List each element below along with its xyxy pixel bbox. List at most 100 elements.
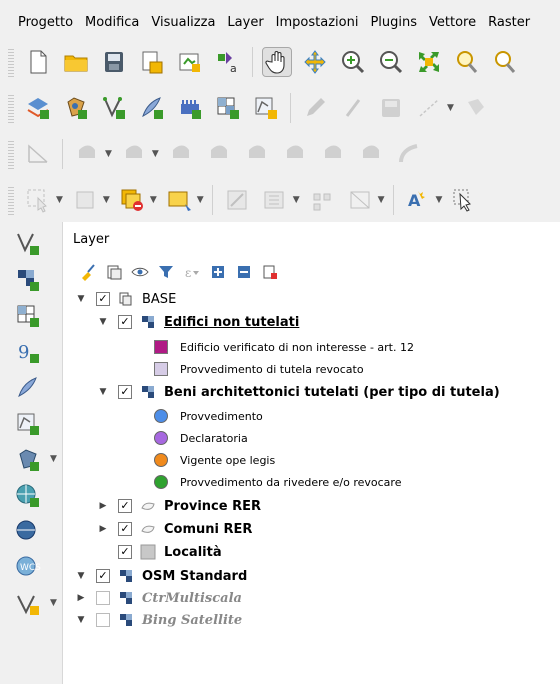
menu-visualizza[interactable]: Visualizza xyxy=(151,15,215,30)
tree-row-ctrmultiscala[interactable]: ▶ CtrMultiscala xyxy=(76,587,242,609)
print-layout-icon[interactable] xyxy=(176,48,204,76)
style-manager-icon[interactable]: a xyxy=(214,48,242,76)
tree-row-edifici[interactable]: ▼ ✓ Edifici non tutelati xyxy=(98,311,300,333)
menu-raster[interactable]: Raster xyxy=(488,15,530,30)
split-icon[interactable] xyxy=(319,140,347,168)
fill-ring-icon[interactable] xyxy=(243,140,271,168)
chevron-down-icon[interactable]: ▼ xyxy=(50,598,57,608)
zoom-full-icon[interactable] xyxy=(415,48,443,76)
collapse-arrow-icon[interactable]: ▶ xyxy=(76,593,86,603)
collapse-arrow-icon[interactable]: ▶ xyxy=(98,524,108,534)
toolbar-grip[interactable] xyxy=(8,139,14,169)
label-icon[interactable] xyxy=(165,186,193,214)
add-wcs-layer-icon[interactable]: WCS xyxy=(14,554,42,582)
add-mesh-layer-icon[interactable] xyxy=(14,590,42,618)
digitize-icon[interactable] xyxy=(339,94,367,122)
add-postgis-icon[interactable] xyxy=(62,94,90,122)
tree-row-province[interactable]: ▶ ✓ Province RER xyxy=(98,495,261,517)
menu-plugins[interactable]: Plugins xyxy=(370,15,417,30)
collapse-arrow-icon[interactable]: ▶ xyxy=(98,501,108,511)
filter-funnel-icon[interactable] xyxy=(157,263,175,281)
zoom-to-selection-icon[interactable] xyxy=(453,48,481,76)
add-raster-icon[interactable] xyxy=(214,94,242,122)
save-as-icon[interactable] xyxy=(138,48,166,76)
tree-row-beni[interactable]: ▼ ✓ Beni architettonici tutelati (per ti… xyxy=(98,381,500,403)
add-line-feature-icon[interactable] xyxy=(415,94,443,122)
pan-to-selection-icon[interactable] xyxy=(301,48,329,76)
snapping-icon[interactable] xyxy=(24,140,52,168)
toolbar-grip[interactable] xyxy=(8,47,14,77)
reshape-icon[interactable] xyxy=(395,140,423,168)
edit-pencil-icon[interactable] xyxy=(301,94,329,122)
collapse-arrow-icon[interactable]: ▼ xyxy=(76,571,86,581)
label-toolbar-icon[interactable]: A xyxy=(404,186,432,214)
pan-icon[interactable] xyxy=(262,47,292,77)
simplify-icon[interactable] xyxy=(167,140,195,168)
select-icon[interactable] xyxy=(24,186,52,214)
deselect-icon[interactable] xyxy=(118,186,146,214)
menu-vettore[interactable]: Vettore xyxy=(429,15,476,30)
delete-ring-icon[interactable] xyxy=(281,140,309,168)
add-wfs-layer-icon[interactable] xyxy=(14,518,42,546)
menu-modifica[interactable]: Modifica xyxy=(85,15,139,30)
add-polygon-feature-icon[interactable] xyxy=(462,94,490,122)
layer-checkbox[interactable]: ✓ xyxy=(96,569,110,583)
add-virtual-layer-icon[interactable] xyxy=(14,410,42,438)
add-group-icon[interactable] xyxy=(105,263,123,281)
new-shapefile-icon[interactable] xyxy=(252,94,280,122)
chevron-down-icon[interactable]: ▼ xyxy=(293,195,300,205)
expand-arrow-icon[interactable]: ▼ xyxy=(98,387,108,397)
menu-layer[interactable]: Layer xyxy=(227,15,263,30)
add-delimited-text-icon[interactable]: 9 xyxy=(14,338,42,366)
chevron-down-icon[interactable]: ▼ xyxy=(436,195,443,205)
tree-row-comuni[interactable]: ▶ ✓ Comuni RER xyxy=(98,518,253,540)
layer-checkbox[interactable]: ✓ xyxy=(118,522,132,536)
expand-arrow-icon[interactable]: ▼ xyxy=(98,317,108,327)
rotate-icon[interactable] xyxy=(73,140,101,168)
zoom-in-icon[interactable] xyxy=(339,48,367,76)
vertex-edit-icon[interactable] xyxy=(346,186,374,214)
expand-arrow-icon[interactable]: ▼ xyxy=(76,615,86,625)
remove-layer-icon[interactable] xyxy=(261,263,279,281)
add-ring-icon[interactable] xyxy=(205,140,233,168)
menu-impostazioni[interactable]: Impostazioni xyxy=(276,15,359,30)
zoom-layer-icon[interactable] xyxy=(491,48,519,76)
collapse-all-icon[interactable] xyxy=(235,263,253,281)
chevron-down-icon[interactable]: ▼ xyxy=(103,195,110,205)
field-calc-icon[interactable] xyxy=(308,186,336,214)
chevron-down-icon[interactable]: ▼ xyxy=(150,195,157,205)
chevron-down-icon[interactable]: ▼ xyxy=(50,454,57,464)
add-layer-icon[interactable] xyxy=(24,94,52,122)
add-postgis-layer-icon[interactable] xyxy=(14,446,42,474)
add-wms-icon[interactable] xyxy=(176,94,204,122)
chevron-down-icon[interactable]: ▼ xyxy=(105,149,112,159)
layer-checkbox[interactable]: ✓ xyxy=(118,385,132,399)
layer-checkbox[interactable] xyxy=(96,591,110,605)
toolbar-grip[interactable] xyxy=(8,185,14,215)
new-project-icon[interactable] xyxy=(24,48,52,76)
merge-icon[interactable] xyxy=(357,140,385,168)
layer-checkbox[interactable]: ✓ xyxy=(118,315,132,329)
zoom-out-icon[interactable] xyxy=(377,48,405,76)
chevron-down-icon[interactable]: ▼ xyxy=(447,103,454,113)
chevron-down-icon[interactable]: ▼ xyxy=(378,195,385,205)
open-project-icon[interactable] xyxy=(62,48,90,76)
layer-checkbox[interactable] xyxy=(96,613,110,627)
layer-checkbox[interactable]: ✓ xyxy=(118,499,132,513)
pointer-icon[interactable] xyxy=(450,186,478,214)
save-edits-icon[interactable] xyxy=(377,94,405,122)
add-xyz-layer-icon[interactable] xyxy=(14,266,42,294)
toolbar-grip[interactable] xyxy=(8,93,14,123)
tree-row-osm[interactable]: ▼ ✓ OSM Standard xyxy=(76,565,248,587)
add-line-icon[interactable] xyxy=(138,94,166,122)
expand-all-icon[interactable] xyxy=(209,263,227,281)
layer-checkbox[interactable]: ✓ xyxy=(118,545,132,559)
add-spatialite-icon[interactable] xyxy=(14,374,42,402)
chevron-down-icon[interactable]: ▼ xyxy=(56,195,63,205)
move-icon[interactable] xyxy=(120,140,148,168)
tree-row-bing[interactable]: ▼ Bing Satellite xyxy=(76,609,243,631)
tree-row-localita[interactable]: ✓ Località xyxy=(98,541,222,563)
add-vector-icon[interactable] xyxy=(100,94,128,122)
attribute-table-icon[interactable] xyxy=(71,186,99,214)
tree-row-base[interactable]: ▼ ✓ BASE xyxy=(76,288,177,310)
